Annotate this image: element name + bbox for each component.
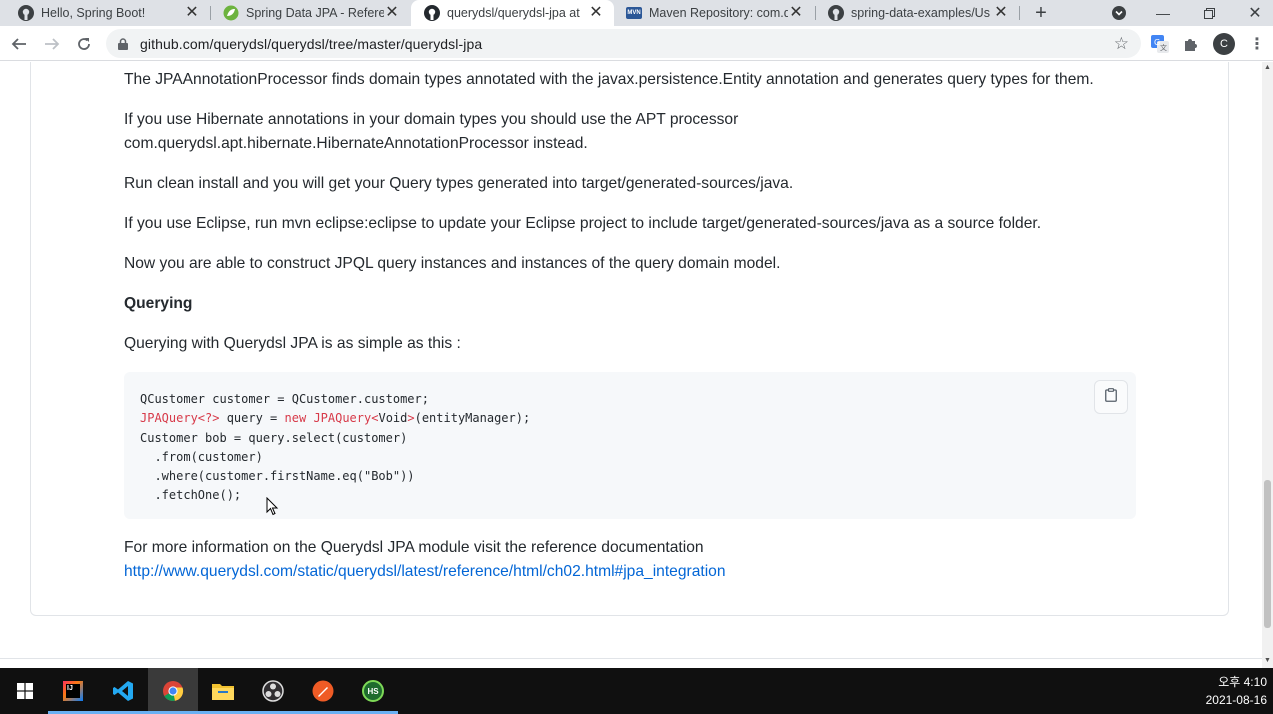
github-icon xyxy=(424,5,440,21)
system-clock[interactable]: 오후 4:10 2021-08-16 xyxy=(1206,673,1267,709)
scrollbar-thumb[interactable] xyxy=(1264,480,1271,628)
clock-time: 오후 4:10 xyxy=(1218,675,1267,689)
tab-search-icon[interactable] xyxy=(1108,0,1130,26)
clipboard-icon xyxy=(1105,387,1117,407)
readme-paragraph: Querying with Querydsl JPA is as simple … xyxy=(124,335,461,352)
tab-title: Maven Repository: com.q xyxy=(649,6,788,20)
github-icon xyxy=(18,5,34,21)
more-menu-icon[interactable]: ⋮ xyxy=(1246,33,1268,55)
tab-hello-spring-boot[interactable]: Hello, Spring Boot! ✕ xyxy=(0,0,210,26)
new-tab-button[interactable]: + xyxy=(1028,0,1054,26)
spring-icon xyxy=(223,5,239,21)
svg-text:文: 文 xyxy=(1160,43,1167,52)
readme-paragraph: Now you are able to construct JPQL query… xyxy=(124,255,781,272)
tab-title: Spring Data JPA - Reference xyxy=(246,6,384,20)
scroll-down-icon[interactable]: ▼ xyxy=(1264,657,1271,664)
intellij-icon[interactable]: IJ xyxy=(48,668,98,714)
close-icon[interactable]: ✕ xyxy=(184,5,200,21)
clock-date: 2021-08-16 xyxy=(1205,693,1267,707)
section-heading: Querying xyxy=(124,295,193,312)
code-line: .from(customer) xyxy=(140,449,263,464)
windows-taskbar: IJ HS 오후 4:10 2021-08-16 xyxy=(0,668,1273,714)
page-content: The JPAAnnotationProcessor finds domain … xyxy=(0,62,1262,668)
copy-button[interactable] xyxy=(1094,380,1128,414)
code-line: .fetchOne(); xyxy=(140,488,242,503)
scroll-up-icon[interactable]: ▲ xyxy=(1264,64,1271,71)
github-icon xyxy=(828,5,844,21)
extensions-puzzle-icon[interactable] xyxy=(1180,33,1202,55)
lock-icon[interactable] xyxy=(118,37,128,55)
readme-paragraph: For more information on the Querydsl JPA… xyxy=(124,539,704,556)
tab-strip: Hello, Spring Boot! ✕ Spring Data JPA - … xyxy=(0,0,1273,26)
google-translate-icon[interactable]: G文 xyxy=(1149,33,1171,55)
tab-spring-data-jpa[interactable]: Spring Data JPA - Reference ✕ xyxy=(211,0,410,26)
code-line: .where(customer.firstName.eq("Bob")) xyxy=(140,469,415,484)
readme-paragraph: If you use Eclipse, run mvn eclipse:ecli… xyxy=(124,215,1042,232)
minimize-icon[interactable]: — xyxy=(1150,0,1176,26)
tab-title: Hello, Spring Boot! xyxy=(41,6,146,20)
close-icon[interactable]: ✕ xyxy=(788,5,804,21)
code-line: QCustomer customer = QCustomer.customer; xyxy=(140,392,429,406)
obs-icon[interactable] xyxy=(248,668,298,714)
url-text: github.com/querydsl/querydsl/tree/master… xyxy=(140,36,483,52)
tab-querydsl-jpa[interactable]: querydsl/querydsl-jpa at ✕ xyxy=(411,0,614,26)
code-line: JPAQuery<?> query = new JPAQuery<Void>(e… xyxy=(140,411,531,426)
browser-toolbar: github.com/querydsl/querydsl/tree/master… xyxy=(0,26,1273,61)
mouse-cursor-icon xyxy=(266,497,279,516)
postman-icon[interactable] xyxy=(298,668,348,714)
tab-title: spring-data-examples/Us xyxy=(851,6,990,20)
forward-icon[interactable] xyxy=(40,32,64,56)
vscode-icon[interactable] xyxy=(98,668,148,714)
window-close-icon[interactable]: ✕ xyxy=(1242,0,1268,26)
start-icon[interactable] xyxy=(0,668,50,714)
bookmark-star-icon[interactable]: ☆ xyxy=(1114,34,1129,54)
readme-paragraph: The JPAAnnotationProcessor finds domain … xyxy=(124,71,1094,88)
profile-avatar[interactable]: C xyxy=(1213,33,1235,55)
file-explorer-icon[interactable] xyxy=(198,668,248,714)
mvn-icon: MVN xyxy=(626,7,642,19)
reload-icon[interactable] xyxy=(72,32,96,56)
close-icon[interactable]: ✕ xyxy=(588,5,604,21)
page-scrollbar[interactable]: ▲ ▼ xyxy=(1262,62,1273,668)
address-bar[interactable]: github.com/querydsl/querydsl/tree/master… xyxy=(106,29,1141,58)
back-icon[interactable] xyxy=(7,32,31,56)
reference-doc-link[interactable]: http://www.querydsl.com/static/querydsl/… xyxy=(124,560,726,584)
readme-paragraph: If you use Hibernate annotations in your… xyxy=(124,111,739,128)
restore-icon[interactable] xyxy=(1196,0,1222,26)
tab-spring-data-examples[interactable]: spring-data-examples/Us ✕ xyxy=(816,0,1019,26)
readme-paragraph: Run clean install and you will get your … xyxy=(124,175,794,192)
hs-icon[interactable]: HS xyxy=(348,668,398,714)
divider xyxy=(0,658,1262,659)
tab-maven-repository[interactable]: MVN Maven Repository: com.q ✕ xyxy=(614,0,814,26)
close-icon[interactable]: ✕ xyxy=(384,5,400,21)
close-icon[interactable]: ✕ xyxy=(993,5,1009,21)
code-line: Customer bob = query.select(customer) xyxy=(140,430,408,445)
tab-title: querydsl/querydsl-jpa at xyxy=(447,6,580,20)
readme-paragraph: com.querydsl.apt.hibernate.HibernateAnno… xyxy=(124,135,588,152)
chrome-icon[interactable] xyxy=(148,668,198,714)
code-text: QCustomer customer = QCustomer.customer;… xyxy=(140,390,530,506)
